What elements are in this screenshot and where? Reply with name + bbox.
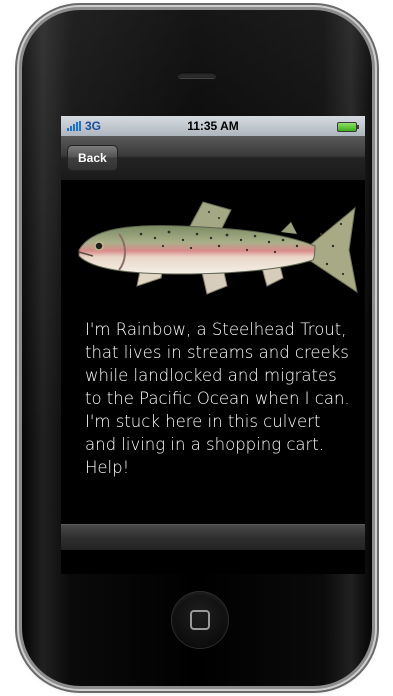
back-button[interactable]: Back xyxy=(67,145,118,171)
phone-screen: 3G 11:35 AM Back I'm Rainbow, a Steelhea… xyxy=(61,116,365,574)
status-bar: 3G 11:35 AM xyxy=(61,116,365,136)
battery-icon xyxy=(337,122,359,132)
rainbow-trout-icon xyxy=(78,201,358,295)
bottom-toolbar xyxy=(61,524,365,551)
earpiece-speaker xyxy=(178,72,216,78)
bottom-strip xyxy=(61,550,365,574)
home-button[interactable] xyxy=(172,592,228,648)
stage: 3G 11:35 AM Back I'm Rainbow, a Steelhea… xyxy=(0,0,393,696)
navigation-bar: Back xyxy=(61,136,365,181)
home-square-icon xyxy=(190,610,210,630)
trout-message: I'm Rainbow, a Steelhead Trout, that liv… xyxy=(85,320,350,477)
status-time: 11:35 AM xyxy=(187,119,239,133)
